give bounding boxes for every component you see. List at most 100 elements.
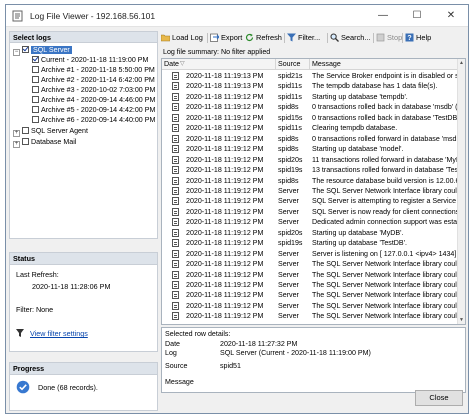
search-button[interactable]: Search... — [330, 32, 371, 44]
progress-header: Progress — [10, 363, 157, 375]
filter-button[interactable]: Filter... — [287, 32, 320, 44]
tree-node-archive[interactable]: Archive #4 - 2020-09-14 4:46:00 PM — [32, 95, 155, 105]
expand-icon[interactable]: + — [13, 130, 20, 137]
expand-icon[interactable]: + — [13, 141, 20, 148]
stop-icon — [376, 33, 385, 42]
cell-source: spid21s — [278, 72, 303, 80]
cell-message: Starting up database 'tempdb'. — [312, 92, 408, 101]
column-header-source[interactable]: Source — [276, 59, 310, 70]
table-row[interactable]: 2020-11-18 11:19:12 PM Server The SQL Serv… — [162, 186, 459, 196]
collapse-icon[interactable]: − — [13, 49, 20, 56]
table-row[interactable]: 2020-11-18 11:19:12 PM spid11s Clearing te… — [162, 123, 459, 133]
log-tree: − SQL Server Current - 2020-11-18 11:19:0… — [9, 43, 158, 239]
close-button[interactable]: Close — [415, 390, 463, 406]
toolbar-separator — [373, 33, 374, 43]
cell-date: 2020-11-18 11:19:12 PM — [186, 176, 264, 185]
table-row[interactable]: 2020-11-18 11:19:12 PM spid20s Starting up… — [162, 228, 459, 238]
table-row[interactable]: 2020-11-18 11:19:12 PM spid19s Starting up… — [162, 238, 459, 248]
cell-source: spid8s — [278, 176, 299, 185]
cell-source: Server — [278, 207, 299, 216]
table-row[interactable]: 2020-11-18 11:19:12 PM Server The SQL Serv… — [162, 280, 459, 290]
tree-node-archive[interactable]: Archive #1 - 2020-11-18 5:50:00 PM — [32, 65, 155, 75]
grid-header: Date ▽ Source Message — [162, 59, 459, 70]
column-header-message[interactable]: Message — [310, 59, 459, 70]
sql-server-agent-checkbox[interactable] — [22, 127, 29, 134]
table-row[interactable]: 2020-11-18 11:19:12 PM Server The SQL Serv… — [162, 290, 459, 300]
scroll-up-icon[interactable]: ▲ — [459, 60, 464, 66]
export-button[interactable]: Export — [210, 32, 242, 44]
table-row[interactable]: 2020-11-18 11:19:12 PM Server The SQL Serv… — [162, 270, 459, 280]
filter-label: Filter... — [298, 33, 321, 42]
table-row[interactable]: 2020-11-18 11:19:12 PM Server The SQL Serv… — [162, 301, 459, 311]
cell-date: 2020-11-18 11:19:12 PM — [186, 207, 264, 216]
table-row[interactable]: 2020-11-18 11:19:12 PM spid15s 0 transacti… — [162, 113, 459, 123]
done-check-icon — [16, 380, 30, 394]
refresh-button[interactable]: Refresh — [245, 32, 282, 44]
table-row[interactable]: 2020-11-18 11:19:12 PM spid8s 0 transactio… — [162, 134, 459, 144]
cell-date: 2020-11-18 11:19:12 PM — [186, 301, 264, 310]
column-header-date[interactable]: Date ▽ — [162, 59, 276, 70]
select-logs-header: Select logs — [9, 31, 158, 43]
help-label: Help — [416, 33, 432, 42]
cell-date: 2020-11-18 11:19:12 PM — [186, 145, 264, 154]
tree-node-database-mail[interactable]: + Database Mail — [13, 137, 76, 148]
table-row[interactable]: 2020-11-18 11:19:12 PM spid8s 0 transactio… — [162, 102, 459, 112]
archive-checkbox[interactable] — [32, 86, 39, 93]
cell-message: The SQL Server Network Interface library… — [312, 312, 458, 321]
tree-node-archive[interactable]: Current - 2020-11-18 11:19:00 PM — [32, 55, 148, 65]
table-row[interactable]: 2020-11-18 11:19:13 PM spid21s The Service… — [162, 71, 459, 81]
cell-source: Server — [278, 260, 299, 269]
table-row[interactable]: 2020-11-18 11:19:12 PM spid11s Starting up… — [162, 92, 459, 102]
archive-checkbox[interactable] — [32, 56, 39, 63]
cell-source: Server — [278, 301, 299, 310]
cell-date: 2020-11-18 11:19:12 PM — [186, 197, 264, 206]
toolbar-separator — [207, 33, 208, 43]
tree-node-sql-server-agent[interactable]: + SQL Server Agent — [13, 126, 88, 137]
tree-node-archive[interactable]: Archive #3 - 2020-10-02 7:03:00 PM — [32, 85, 155, 95]
archive-checkbox[interactable] — [32, 66, 39, 73]
table-row[interactable]: 2020-11-18 11:19:12 PM spid20s 11 transact… — [162, 155, 459, 165]
tree-node-archive[interactable]: Archive #2 - 2020-11-14 6:42:00 PM — [32, 75, 155, 85]
table-row[interactable]: 2020-11-18 11:19:12 PM Server The SQL Serv… — [162, 259, 459, 269]
minimize-button[interactable]: — — [366, 5, 400, 27]
tree-node-sql-server[interactable]: − SQL Server — [13, 45, 72, 56]
archive-checkbox[interactable] — [32, 96, 39, 103]
archive-checkbox[interactable] — [32, 116, 39, 123]
table-row[interactable]: 2020-11-18 11:19:12 PM spid19s 13 transact… — [162, 165, 459, 175]
cell-message: SQL Server is attempting to register a S… — [312, 197, 458, 206]
cell-date: 2020-11-18 11:19:12 PM — [186, 281, 264, 289]
table-row[interactable]: 2020-11-18 11:19:12 PM Server Dedicated ad… — [162, 217, 459, 227]
stop-button[interactable]: Stop — [376, 32, 402, 44]
cell-message: 0 transactions rolled forward in databas… — [312, 134, 458, 143]
archive-checkbox[interactable] — [32, 76, 39, 83]
maximize-button[interactable]: ☐ — [400, 5, 434, 27]
table-row[interactable]: 2020-11-18 11:19:12 PM Server SQL Server i… — [162, 207, 459, 217]
tree-node-archive[interactable]: Archive #5 - 2020-09-14 4:42:00 PM — [32, 105, 155, 115]
row-details-panel: Selected row details: Date 2020-11-18 11… — [161, 327, 466, 393]
folder-icon — [161, 34, 170, 42]
cell-message: The SQL Server Network Interface library… — [312, 260, 458, 269]
archive-checkbox[interactable] — [32, 106, 39, 113]
tree-node-archive[interactable]: Archive #6 - 2020-09-14 4:40:00 PM — [32, 115, 155, 125]
column-header-label: Source — [278, 60, 301, 68]
database-mail-checkbox[interactable] — [22, 138, 29, 145]
vertical-scrollbar[interactable]: ▲ ▼ — [457, 59, 465, 324]
sql-server-checkbox[interactable] — [22, 46, 29, 53]
table-row[interactable]: 2020-11-18 11:19:12 PM Server The SQL Serv… — [162, 311, 459, 321]
load-log-button[interactable]: Load Log — [161, 32, 203, 44]
help-button[interactable]: ? Help — [405, 32, 431, 44]
table-row[interactable]: 2020-11-18 11:19:12 PM spid8s Starting up … — [162, 144, 459, 154]
tree-label-archive: Archive #5 - 2020-09-14 4:42:00 PM — [41, 106, 156, 114]
table-row[interactable]: 2020-11-18 11:19:13 PM spid11s The tempdb … — [162, 81, 459, 91]
table-row[interactable]: 2020-11-18 11:19:12 PM Server SQL Server i… — [162, 196, 459, 206]
cell-message: The SQL Server Network Interface library… — [312, 270, 458, 279]
close-window-button[interactable]: ✕ — [434, 5, 468, 27]
view-filter-settings-link[interactable]: View filter settings — [30, 329, 88, 338]
cell-date: 2020-11-18 11:19:12 PM — [186, 291, 264, 300]
table-row[interactable]: 2020-11-18 11:19:12 PM spid8s The resource… — [162, 176, 459, 186]
cell-source: spid19s — [278, 239, 303, 248]
scroll-down-icon[interactable]: ▼ — [459, 317, 464, 323]
details-date-value: 2020-11-18 11:27:32 PM — [220, 340, 298, 348]
table-row[interactable]: 2020-11-18 11:19:12 PM Server Server is li… — [162, 249, 459, 259]
cell-message: The SQL Server Network Interface library… — [312, 291, 458, 300]
